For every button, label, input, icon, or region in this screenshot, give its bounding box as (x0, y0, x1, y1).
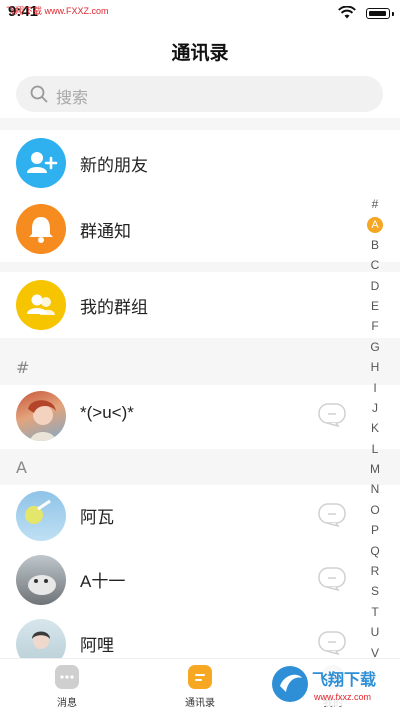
index-letter[interactable]: M (360, 459, 390, 479)
contact-row[interactable]: *(>u<)* (0, 385, 400, 449)
contact-name: 阿瓦 (80, 508, 114, 527)
chat-bubble-icon[interactable] (318, 403, 346, 427)
index-letter[interactable]: C (360, 255, 390, 275)
avatar (16, 555, 66, 605)
watermark-url: www.fxxz.com (313, 692, 371, 702)
contact-name: A十一 (80, 572, 126, 591)
wifi-icon (338, 6, 356, 19)
header: 通讯录 搜索 (0, 26, 400, 118)
tab-label: 消息 (57, 698, 77, 709)
index-letter[interactable]: O (360, 500, 390, 520)
new-friends-label: 新的朋友 (80, 156, 148, 176)
index-letter[interactable]: # (360, 194, 390, 214)
index-letter[interactable]: I (360, 378, 390, 398)
index-letter[interactable]: L (360, 439, 390, 459)
my-groups-label: 我的群组 (80, 298, 148, 318)
index-letter[interactable]: T (360, 602, 390, 622)
search-icon (30, 85, 48, 103)
index-letter[interactable]: H (360, 357, 390, 377)
index-letter[interactable]: J (360, 398, 390, 418)
chat-bubble-icon[interactable] (318, 567, 346, 591)
my-groups-row[interactable]: 我的群组 (0, 272, 400, 338)
alphabet-index[interactable]: # A B C D E F G H I J K L M N O P Q R S T U V (360, 194, 390, 663)
group-header-hash: # (16, 358, 30, 377)
index-letter[interactable]: R (360, 561, 390, 581)
chat-bubble-icon[interactable] (318, 503, 346, 527)
special-rows-section: 新的朋友 群通知 (0, 130, 400, 262)
contact-row[interactable]: 阿瓦 (0, 485, 400, 549)
index-letter[interactable]: D (360, 276, 390, 296)
group-icon (16, 280, 66, 330)
index-letter[interactable]: B (360, 235, 390, 255)
contact-name: 阿哩 (80, 636, 114, 655)
watermark-logo: 飞翔下载 www.fxxz.com (268, 662, 392, 706)
my-groups-section: 我的群组 (0, 272, 400, 338)
tab-messages[interactable]: 消息 (27, 665, 107, 709)
index-letter[interactable]: F (360, 316, 390, 336)
group-notice-label: 群通知 (80, 222, 131, 242)
search-input[interactable]: 搜索 (16, 76, 383, 112)
index-letter[interactable]: A (360, 214, 390, 234)
search-placeholder: 搜索 (56, 88, 89, 107)
message-icon (55, 665, 79, 689)
bell-icon (16, 204, 66, 254)
index-letter[interactable]: S (360, 581, 390, 601)
index-letter[interactable]: N (360, 479, 390, 499)
group-notice-row[interactable]: 群通知 (0, 196, 400, 262)
watermark-text: 飞翔下载 www.FXXZ.com (6, 6, 109, 16)
chat-bubble-icon[interactable] (318, 631, 346, 655)
watermark-brand: 飞翔下载 (312, 670, 376, 689)
index-letter[interactable]: U (360, 622, 390, 642)
index-letter[interactable]: G (360, 337, 390, 357)
index-letter[interactable]: K (360, 418, 390, 438)
contact-row[interactable]: A十一 (0, 549, 400, 613)
avatar (16, 391, 66, 441)
index-letter[interactable]: P (360, 520, 390, 540)
add-user-icon (16, 138, 66, 188)
group-header-a: A (16, 458, 27, 477)
status-bar: 9:41 飞翔下载 www.FXXZ.com (0, 0, 400, 26)
contact-name: *(>u<)* (80, 403, 134, 422)
contacts-icon (188, 665, 212, 689)
tab-contacts[interactable]: 通讯录 (160, 665, 240, 709)
index-letter[interactable]: E (360, 296, 390, 316)
new-friends-row[interactable]: 新的朋友 (0, 130, 400, 196)
index-letter[interactable]: Q (360, 541, 390, 561)
battery-icon (366, 8, 390, 19)
page-title: 通讯录 (171, 42, 229, 64)
tab-label: 通讯录 (185, 698, 215, 709)
avatar (16, 491, 66, 541)
